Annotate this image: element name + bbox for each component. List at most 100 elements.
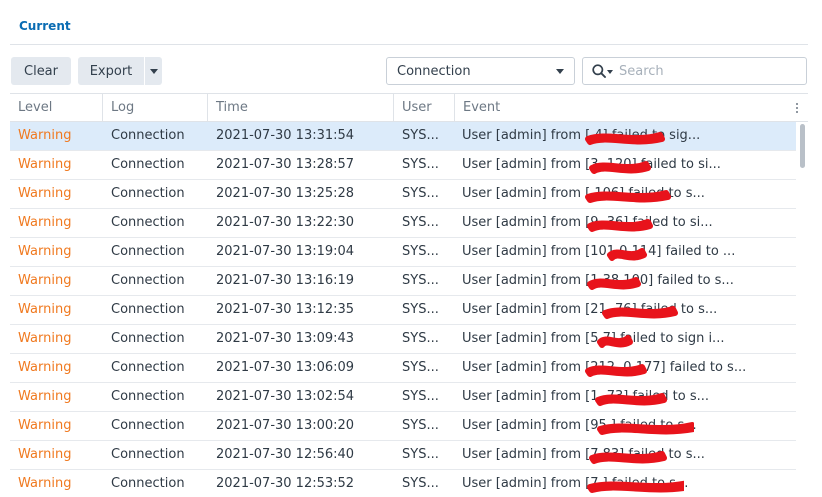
cell-level: Warning [18,157,72,172]
table-row[interactable]: Warning Connection 2021-07-30 13:00:20 SYS.… [10,412,796,441]
cell-time: 2021-07-30 13:31:54 [216,128,355,143]
cell-level: Warning [18,302,72,317]
cell-log: Connection [111,128,185,143]
redaction-mark [587,480,684,493]
cell-user: SYS... [402,476,439,491]
redaction-mark [585,190,671,203]
cell-level: Warning [18,389,72,404]
search-box[interactable] [582,57,807,85]
cell-log: Connection [111,244,185,259]
cell-log: Connection [111,476,185,491]
search-input[interactable] [619,63,789,79]
column-options-icon[interactable] [786,94,808,122]
cell-log: Connection [111,273,185,288]
log-filter-value: Connection [397,63,471,79]
redaction-mark [597,422,694,435]
cell-level: Warning [18,186,72,201]
cell-level: Warning [18,418,72,433]
search-icon[interactable] [592,64,606,78]
table-row[interactable]: Warning Connection 2021-07-30 13:16:19 SYS.… [10,267,796,296]
cell-user: SYS... [402,157,439,172]
cell-time: 2021-07-30 13:00:20 [216,418,355,433]
cell-log: Connection [111,186,185,201]
cell-time: 2021-07-30 12:56:40 [216,447,355,462]
tab-current[interactable]: Current [19,19,71,33]
redaction-mark [585,364,647,377]
cell-log: Connection [111,302,185,317]
cell-level: Warning [18,215,72,230]
clear-button[interactable]: Clear [11,57,71,85]
column-header-log[interactable]: Log [103,94,208,122]
cell-user: SYS... [402,331,439,346]
redaction-mark [602,306,678,319]
cell-user: SYS... [402,389,439,404]
cell-time: 2021-07-30 13:02:54 [216,389,355,404]
table-body: Warning Connection 2021-07-30 13:31:54 SYS.… [10,122,796,497]
cell-log: Connection [111,215,185,230]
cell-level: Warning [18,273,72,288]
cell-log: Connection [111,389,185,404]
table-header: Level Log Time User Event [10,93,808,122]
cell-time: 2021-07-30 12:53:52 [216,476,355,491]
table-row[interactable]: Warning Connection 2021-07-30 13:22:30 SYS.… [10,209,796,238]
table-row[interactable]: Warning Connection 2021-07-30 13:09:43 SYS.… [10,325,796,354]
cell-time: 2021-07-30 13:16:19 [216,273,355,288]
redaction-mark [589,451,667,464]
cell-time: 2021-07-30 13:28:57 [216,157,355,172]
cell-level: Warning [18,476,72,491]
cell-user: SYS... [402,244,439,259]
cell-user: SYS... [402,302,439,317]
cell-time: 2021-07-30 13:12:35 [216,302,355,317]
cell-user: SYS... [402,215,439,230]
export-menu-button[interactable] [145,57,162,85]
redaction-mark [595,393,667,406]
cell-level: Warning [18,128,72,143]
cell-time: 2021-07-30 13:19:04 [216,244,355,259]
redaction-mark [585,132,665,145]
table-row[interactable]: Warning Connection 2021-07-30 12:56:40 SYS.… [10,441,796,470]
cell-level: Warning [18,447,72,462]
table-row[interactable]: Warning Connection 2021-07-30 13:28:57 SYS.… [10,151,796,180]
cell-log: Connection [111,331,185,346]
redaction-mark [597,335,633,348]
cell-user: SYS... [402,186,439,201]
search-options-chevron-icon[interactable] [607,70,613,74]
cell-level: Warning [18,331,72,346]
chevron-down-icon [556,69,564,74]
column-header-user[interactable]: User [394,94,455,122]
table-row[interactable]: Warning Connection 2021-07-30 13:12:35 SYS.… [10,296,796,325]
cell-time: 2021-07-30 13:22:30 [216,215,355,230]
export-button[interactable]: Export [78,57,144,85]
cell-user: SYS... [402,418,439,433]
redaction-mark [587,219,653,232]
scrollbar[interactable] [798,122,806,497]
column-header-level[interactable]: Level [10,94,103,122]
cell-time: 2021-07-30 13:06:09 [216,360,355,375]
cell-user: SYS... [402,128,439,143]
cell-time: 2021-07-30 13:09:43 [216,331,355,346]
chevron-down-icon [149,68,158,74]
cell-log: Connection [111,418,185,433]
column-header-time[interactable]: Time [208,94,394,122]
cell-time: 2021-07-30 13:25:28 [216,186,355,201]
cell-user: SYS... [402,273,439,288]
cell-log: Connection [111,447,185,462]
log-filter-select[interactable]: Connection [386,57,575,85]
table-row[interactable]: Warning Connection 2021-07-30 13:31:54 SYS.… [10,122,796,151]
scrollbar-thumb[interactable] [800,124,805,168]
cell-user: SYS... [402,360,439,375]
table-row[interactable]: Warning Connection 2021-07-30 13:02:54 SYS.… [10,383,796,412]
cell-level: Warning [18,244,72,259]
table-row[interactable]: Warning Connection 2021-07-30 13:19:04 SYS.… [10,238,796,267]
cell-user: SYS... [402,447,439,462]
tab-underline [10,44,808,45]
table-row[interactable]: Warning Connection 2021-07-30 12:53:52 SYS.… [10,470,796,497]
column-header-event[interactable]: Event [455,94,786,122]
cell-log: Connection [111,360,185,375]
table-row[interactable]: Warning Connection 2021-07-30 13:06:09 SYS.… [10,354,796,383]
table-row[interactable]: Warning Connection 2021-07-30 13:25:28 SYS.… [10,180,796,209]
log-table: Level Log Time User Event Warning Connect… [10,93,808,497]
cell-level: Warning [18,360,72,375]
cell-log: Connection [111,157,185,172]
redaction-mark [589,161,651,174]
